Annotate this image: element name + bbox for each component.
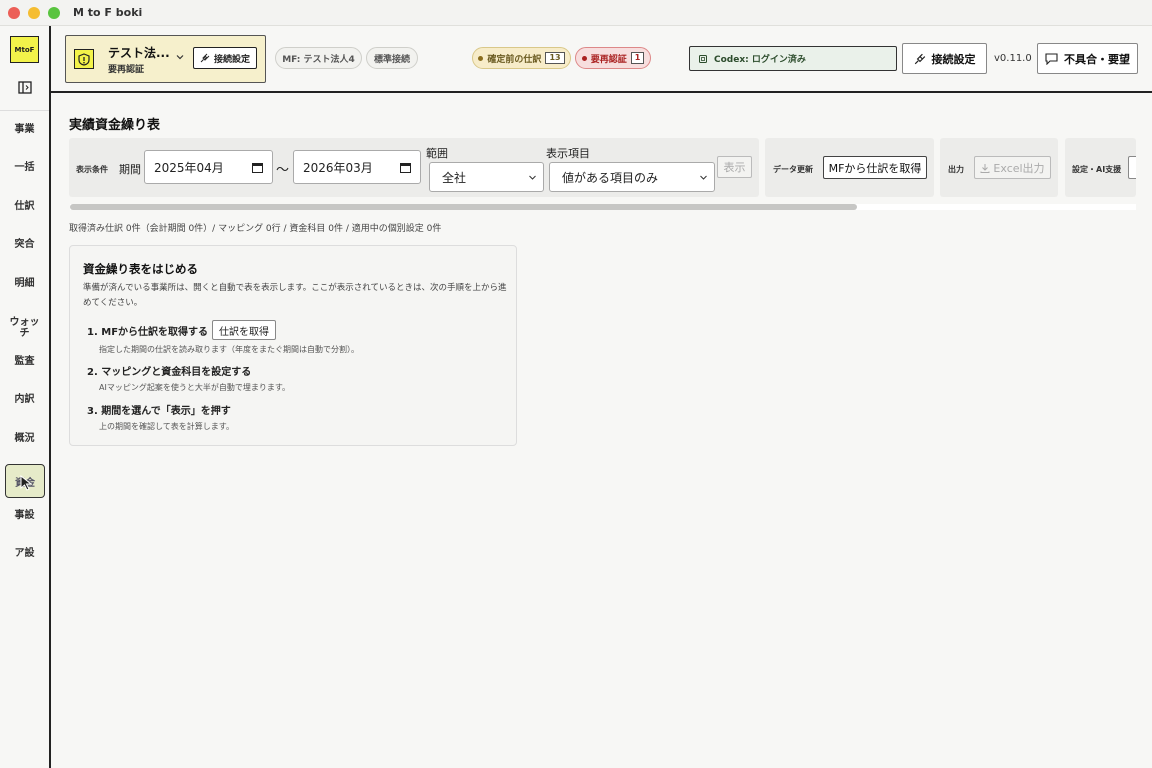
top-header: テスト法... 要再認証 接続設定 MF: テスト法人4 標準接続 確定前の仕訳… — [51, 26, 1152, 93]
sidebar-item-overview[interactable]: 概況 — [0, 433, 49, 444]
card-title: 資金繰り表をはじめる — [83, 262, 198, 276]
end-date-input[interactable]: 2026年03月 — [293, 150, 421, 184]
start-date-input[interactable]: 2025年04月 — [144, 150, 273, 184]
connection-settings-label: 接続設定 — [931, 52, 976, 66]
status-dot-icon — [581, 55, 587, 61]
cursor-icon — [20, 475, 33, 491]
company-connect-button[interactable]: 接続設定 — [193, 47, 257, 69]
sidebar-item-bulk[interactable]: 一括 — [0, 162, 49, 173]
sidebar-item-app-settings[interactable]: ア設 — [0, 548, 49, 559]
data-update-group: データ更新 MFから仕訳を取得 — [765, 138, 934, 197]
mf-company-pill: MF: テスト法人4 — [275, 47, 362, 69]
app-logo: MtoF — [10, 36, 39, 63]
standard-connection-pill: 標準接続 — [366, 47, 418, 69]
output-label: 出力 — [948, 165, 964, 174]
sidebar-item-details[interactable]: 明細 — [0, 278, 49, 289]
feedback-button[interactable]: 不具合・要望 — [1037, 43, 1138, 74]
reauth-count: 1 — [630, 52, 645, 64]
company-selector[interactable]: テスト法... 要再認証 接続設定 — [65, 35, 266, 83]
summary-status: 取得済み仕訳 0件（会計期間 0件）/ マッピング 0行 / 資金科目 0件 /… — [69, 224, 442, 234]
maximize-window-button[interactable] — [48, 6, 60, 19]
connection-settings-button[interactable]: 接続設定 — [902, 43, 987, 74]
window-titlebar: M to F boki — [0, 0, 1152, 26]
shield-icon — [74, 49, 94, 69]
output-group: 出力 Excel出力 — [940, 138, 1058, 197]
display-conditions-group: 表示条件 期間 2025年04月 〜 2026年03月 範囲 全社 表示項目 値… — [69, 138, 759, 197]
sidebar-item-business-settings[interactable]: 事設 — [0, 510, 49, 521]
app-title: M to F boki — [73, 6, 143, 19]
plug-icon — [200, 53, 210, 63]
display-conditions-label: 表示条件 — [76, 165, 108, 174]
sidebar-item-watch[interactable]: ウォッチ — [0, 317, 49, 339]
end-date-value: 2026年03月 — [303, 160, 373, 175]
chevron-down-icon — [176, 55, 184, 60]
settings-ai-label: 設定・AI支援 — [1072, 165, 1122, 174]
minimize-window-button[interactable] — [28, 6, 40, 19]
calendar-icon[interactable] — [400, 162, 411, 173]
pending-journals-count: 13 — [545, 52, 565, 64]
sidebar: MtoF 事業 一括 仕訳 突合 明細 ウォッチ 監査 内訳 概況 資金 事設 … — [0, 26, 51, 768]
calendar-icon[interactable] — [252, 162, 263, 173]
sidebar-item-cashflow[interactable]: 資金 — [5, 464, 45, 498]
step-3-description: 上の期間を確認して表を計算します。 — [99, 422, 234, 431]
window-controls — [8, 6, 60, 19]
comment-icon — [1045, 52, 1058, 65]
codex-status: Codex: ログイン済み — [689, 46, 897, 71]
sidebar-item-journal[interactable]: 仕訳 — [0, 201, 49, 212]
reauth-badge[interactable]: 要再認証 1 — [575, 47, 651, 69]
scope-select[interactable]: 全社 — [429, 162, 544, 192]
items-select[interactable]: 値がある項目のみ — [549, 162, 715, 192]
step-2-label: 2. マッピングと資金科目を設定する — [87, 367, 252, 378]
company-status: 要再認証 — [108, 65, 145, 75]
main-content: 実績資金繰り表 表示条件 期間 2025年04月 〜 2026年03月 範囲 全… — [51, 95, 1152, 768]
scope-label: 範囲 — [426, 147, 448, 160]
chevron-down-icon — [700, 175, 707, 180]
chip-icon — [699, 54, 707, 63]
sidebar-item-reconcile[interactable]: 突合 — [0, 239, 49, 250]
company-name: テスト法... — [108, 46, 170, 60]
step-1-label: 1. MFから仕訳を取得する — [87, 327, 209, 338]
fetch-journals-button[interactable]: MFから仕訳を取得 — [823, 156, 927, 179]
step-1-description: 指定した期間の仕訳を読み取ります（年度をまたぐ期間は自動で分割）。 — [99, 345, 359, 354]
sidebar-item-audit[interactable]: 監査 — [0, 356, 49, 367]
chevron-down-icon — [529, 175, 536, 180]
step-2-description: AIマッピング起案を使うと大半が自動で埋まります。 — [99, 383, 291, 392]
scrollbar-thumb[interactable] — [70, 204, 857, 210]
company-connect-label: 接続設定 — [213, 54, 250, 65]
version-label: v0.11.0 — [994, 53, 1032, 64]
page-title: 実績資金繰り表 — [69, 118, 161, 133]
period-label: 期間 — [119, 163, 141, 176]
pending-journals-label: 確定前の仕訳 — [487, 54, 542, 65]
close-window-button[interactable] — [8, 6, 20, 19]
sidebar-item-breakdown[interactable]: 内訳 — [0, 394, 49, 405]
sidebar-item-business[interactable]: 事業 — [0, 124, 49, 135]
horizontal-scrollbar[interactable] — [70, 204, 1136, 210]
codex-status-label: Codex: ログイン済み — [714, 55, 806, 65]
status-dot-icon — [478, 55, 484, 61]
show-button[interactable]: 表示 — [717, 156, 752, 178]
step-3-label: 3. 期間を選んで「表示」を押す — [87, 406, 231, 417]
excel-export-label: Excel出力 — [993, 161, 1045, 175]
reauth-label: 要再認証 — [590, 54, 627, 65]
download-icon — [980, 163, 990, 173]
card-description: 準備が済んでいる事業所は、開くと自動で表を表示します。ここが表示されているときは… — [83, 283, 507, 308]
pending-journals-badge[interactable]: 確定前の仕訳 13 — [472, 47, 571, 69]
items-label: 表示項目 — [546, 147, 590, 160]
data-update-label: データ更新 — [773, 165, 813, 174]
settings-ai-button[interactable] — [1128, 156, 1136, 179]
items-value: 値がある項目のみ — [562, 170, 659, 185]
settings-ai-group: 設定・AI支援 — [1065, 138, 1136, 197]
date-range-separator: 〜 — [276, 163, 290, 178]
start-date-value: 2025年04月 — [154, 160, 224, 175]
sidebar-toggle-icon[interactable] — [16, 79, 34, 95]
plug-icon — [914, 53, 925, 64]
scope-value: 全社 — [442, 170, 467, 185]
fetch-journals-step-button[interactable]: 仕訳を取得 — [212, 320, 276, 340]
excel-export-button[interactable]: Excel出力 — [974, 156, 1051, 179]
feedback-label: 不具合・要望 — [1064, 52, 1130, 66]
sidebar-divider — [0, 110, 49, 111]
getting-started-card: 資金繰り表をはじめる 準備が済んでいる事業所は、開くと自動で表を表示します。ここ… — [69, 245, 517, 446]
